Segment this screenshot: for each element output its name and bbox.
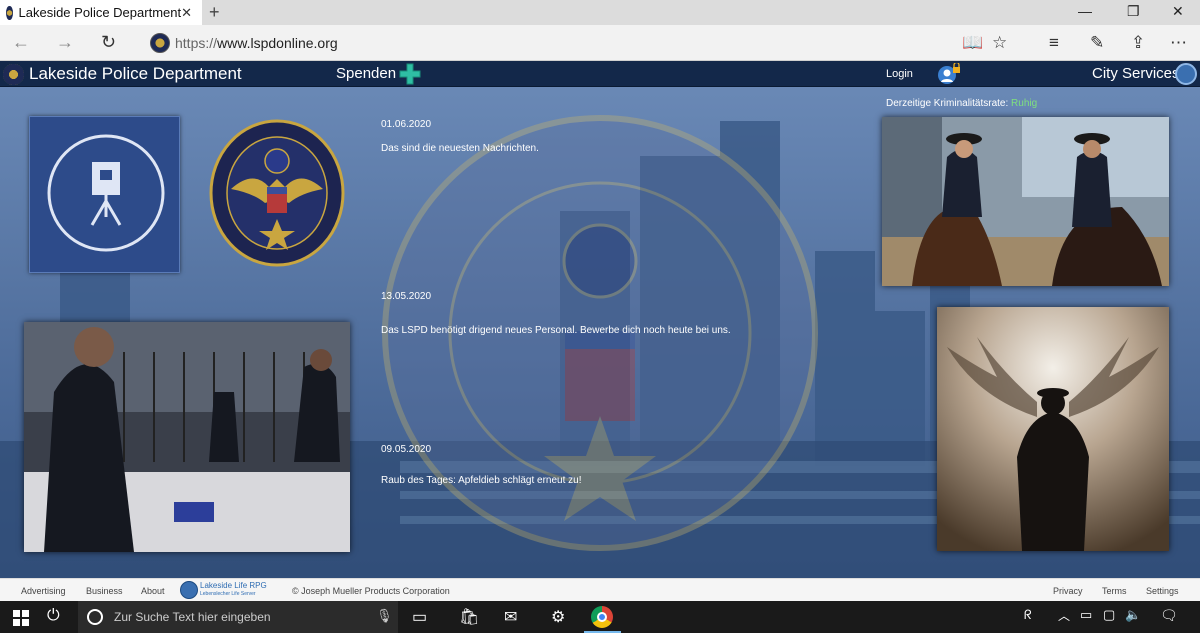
footer-business-link[interactable]: Business xyxy=(86,586,123,596)
people-icon[interactable]: ᖇ xyxy=(1024,607,1032,623)
chrome-icon[interactable] xyxy=(591,606,613,628)
windows-start-icon[interactable] xyxy=(13,610,29,626)
tray-chevron-icon[interactable]: ︿ xyxy=(1058,607,1070,624)
back-icon[interactable]: ← xyxy=(12,32,30,53)
footer-settings-link[interactable]: Settings xyxy=(1146,586,1179,596)
reading-view-icon[interactable]: 📖 xyxy=(962,33,983,53)
taskbar-search[interactable]: Zur Suche Text hier eingeben 🎙 xyxy=(78,601,398,633)
more-icon[interactable]: ⋯ xyxy=(1170,33,1187,53)
site-favicon-icon xyxy=(6,5,13,20)
taskbar-search-placeholder: Zur Suche Text hier eingeben xyxy=(114,610,271,624)
news-text: Raub des Tages: Apfeldieb schlägt erneut… xyxy=(381,475,582,486)
brand-badge-icon xyxy=(3,64,24,85)
settings-gear-icon[interactable]: ⚙ xyxy=(551,607,565,627)
address-bar[interactable]: https://www.lspdonline.org xyxy=(175,35,338,51)
network-icon[interactable]: ▢ xyxy=(1103,607,1115,623)
news-text: Das LSPD benötigt drigend neues Personal… xyxy=(381,325,731,336)
plus-icon[interactable] xyxy=(399,63,421,85)
tab-title: Lakeside Police Department xyxy=(18,5,182,20)
url-host: www.lspdonline.org xyxy=(217,35,338,51)
camera-tile[interactable] xyxy=(29,116,180,273)
browser-tab[interactable]: Lakeside Police Department ✕ xyxy=(0,0,202,25)
minimize-button[interactable]: — xyxy=(1078,3,1092,19)
notifications-icon[interactable]: 🗨 xyxy=(1160,607,1178,624)
address-favicon-icon xyxy=(150,33,170,53)
donate-link[interactable]: Spenden xyxy=(336,65,396,82)
mounted-police-photo[interactable] xyxy=(882,117,1169,286)
footer-logo[interactable]: Lakeside Life RPG Lebenslecher Life Serv… xyxy=(200,582,267,598)
site-brand[interactable]: Lakeside Police Department xyxy=(29,64,242,84)
url-protocol: https:// xyxy=(175,35,218,51)
task-view-icon[interactable]: ▭ xyxy=(412,607,427,627)
hub-icon[interactable]: ≡ xyxy=(1049,33,1059,53)
windows-taskbar: ⏻ Zur Suche Text hier eingeben 🎙 ▭ 🛍 ✉ ⚙… xyxy=(0,601,1200,633)
tab-close-icon[interactable]: ✕ xyxy=(181,5,192,21)
browser-nav-bar: ← → ↻ https://www.lspdonline.org 📖 ☆ ≡ ✎… xyxy=(0,25,1200,61)
site-footer: Advertising Business About Lakeside Life… xyxy=(0,578,1200,601)
login-link[interactable]: Login xyxy=(886,68,913,80)
lspd-seal-logo xyxy=(209,119,345,267)
footer-copyright: © Joseph Mueller Products Corporation xyxy=(292,586,450,596)
memorial-photo[interactable] xyxy=(937,307,1169,551)
power-icon[interactable]: ⏻ xyxy=(47,607,60,625)
web-note-icon[interactable]: ✎ xyxy=(1090,33,1104,53)
cortana-icon xyxy=(87,609,103,625)
news-date: 09.05.2020 xyxy=(381,444,432,455)
forward-icon[interactable]: → xyxy=(56,32,74,53)
share-icon[interactable]: ⇪ xyxy=(1131,33,1145,53)
news-date: 01.06.2020 xyxy=(381,119,432,130)
new-tab-button[interactable]: + xyxy=(209,2,220,23)
arrest-photo[interactable] xyxy=(24,322,350,552)
city-services-link[interactable]: City Services xyxy=(1092,65,1180,82)
user-lock-icon[interactable] xyxy=(937,63,961,85)
store-icon[interactable]: 🛍 xyxy=(459,607,479,627)
browser-tab-bar: Lakeside Police Department ✕ + — ❐ ✕ xyxy=(0,0,1200,25)
footer-logo-name: Lakeside Life RPG xyxy=(200,581,267,590)
microphone-icon[interactable]: 🎙 xyxy=(376,608,393,624)
maximize-button[interactable]: ❐ xyxy=(1127,3,1140,20)
news-date: 13.05.2020 xyxy=(381,291,432,302)
traffic-camera-icon xyxy=(47,134,165,252)
footer-logo-tag: Lebenslecher Life Server xyxy=(200,591,256,597)
refresh-icon[interactable]: ↻ xyxy=(101,32,116,53)
close-window-button[interactable]: ✕ xyxy=(1172,3,1184,20)
memorial-photo-image xyxy=(937,307,1169,551)
footer-terms-link[interactable]: Terms xyxy=(1102,586,1127,596)
mounted-police-photo-image xyxy=(882,117,1169,286)
lakeside-life-logo-icon[interactable] xyxy=(180,581,198,599)
city-services-icon[interactable] xyxy=(1175,63,1197,85)
footer-advertising-link[interactable]: Advertising xyxy=(21,586,66,596)
crime-rate-value: Ruhig xyxy=(1011,98,1038,109)
crime-rate-label: Derzeitige Kriminalitätsrate: xyxy=(886,98,1009,109)
volume-icon[interactable]: 🔈 xyxy=(1125,607,1141,623)
arrest-photo-image xyxy=(24,322,350,552)
battery-icon[interactable]: ▭ xyxy=(1080,607,1092,623)
news-text: Das sind die neuesten Nachrichten. xyxy=(381,143,539,154)
footer-about-link[interactable]: About xyxy=(141,586,165,596)
favorite-star-icon[interactable]: ☆ xyxy=(992,33,1007,53)
website-viewport: Lakeside Police Department Spenden Login… xyxy=(0,61,1200,578)
crime-rate: Derzeitige Kriminalitätsrate: Ruhig xyxy=(886,98,1037,109)
footer-privacy-link[interactable]: Privacy xyxy=(1053,586,1083,596)
mail-icon[interactable]: ✉ xyxy=(504,607,517,627)
site-header: Lakeside Police Department Spenden Login… xyxy=(0,61,1200,87)
